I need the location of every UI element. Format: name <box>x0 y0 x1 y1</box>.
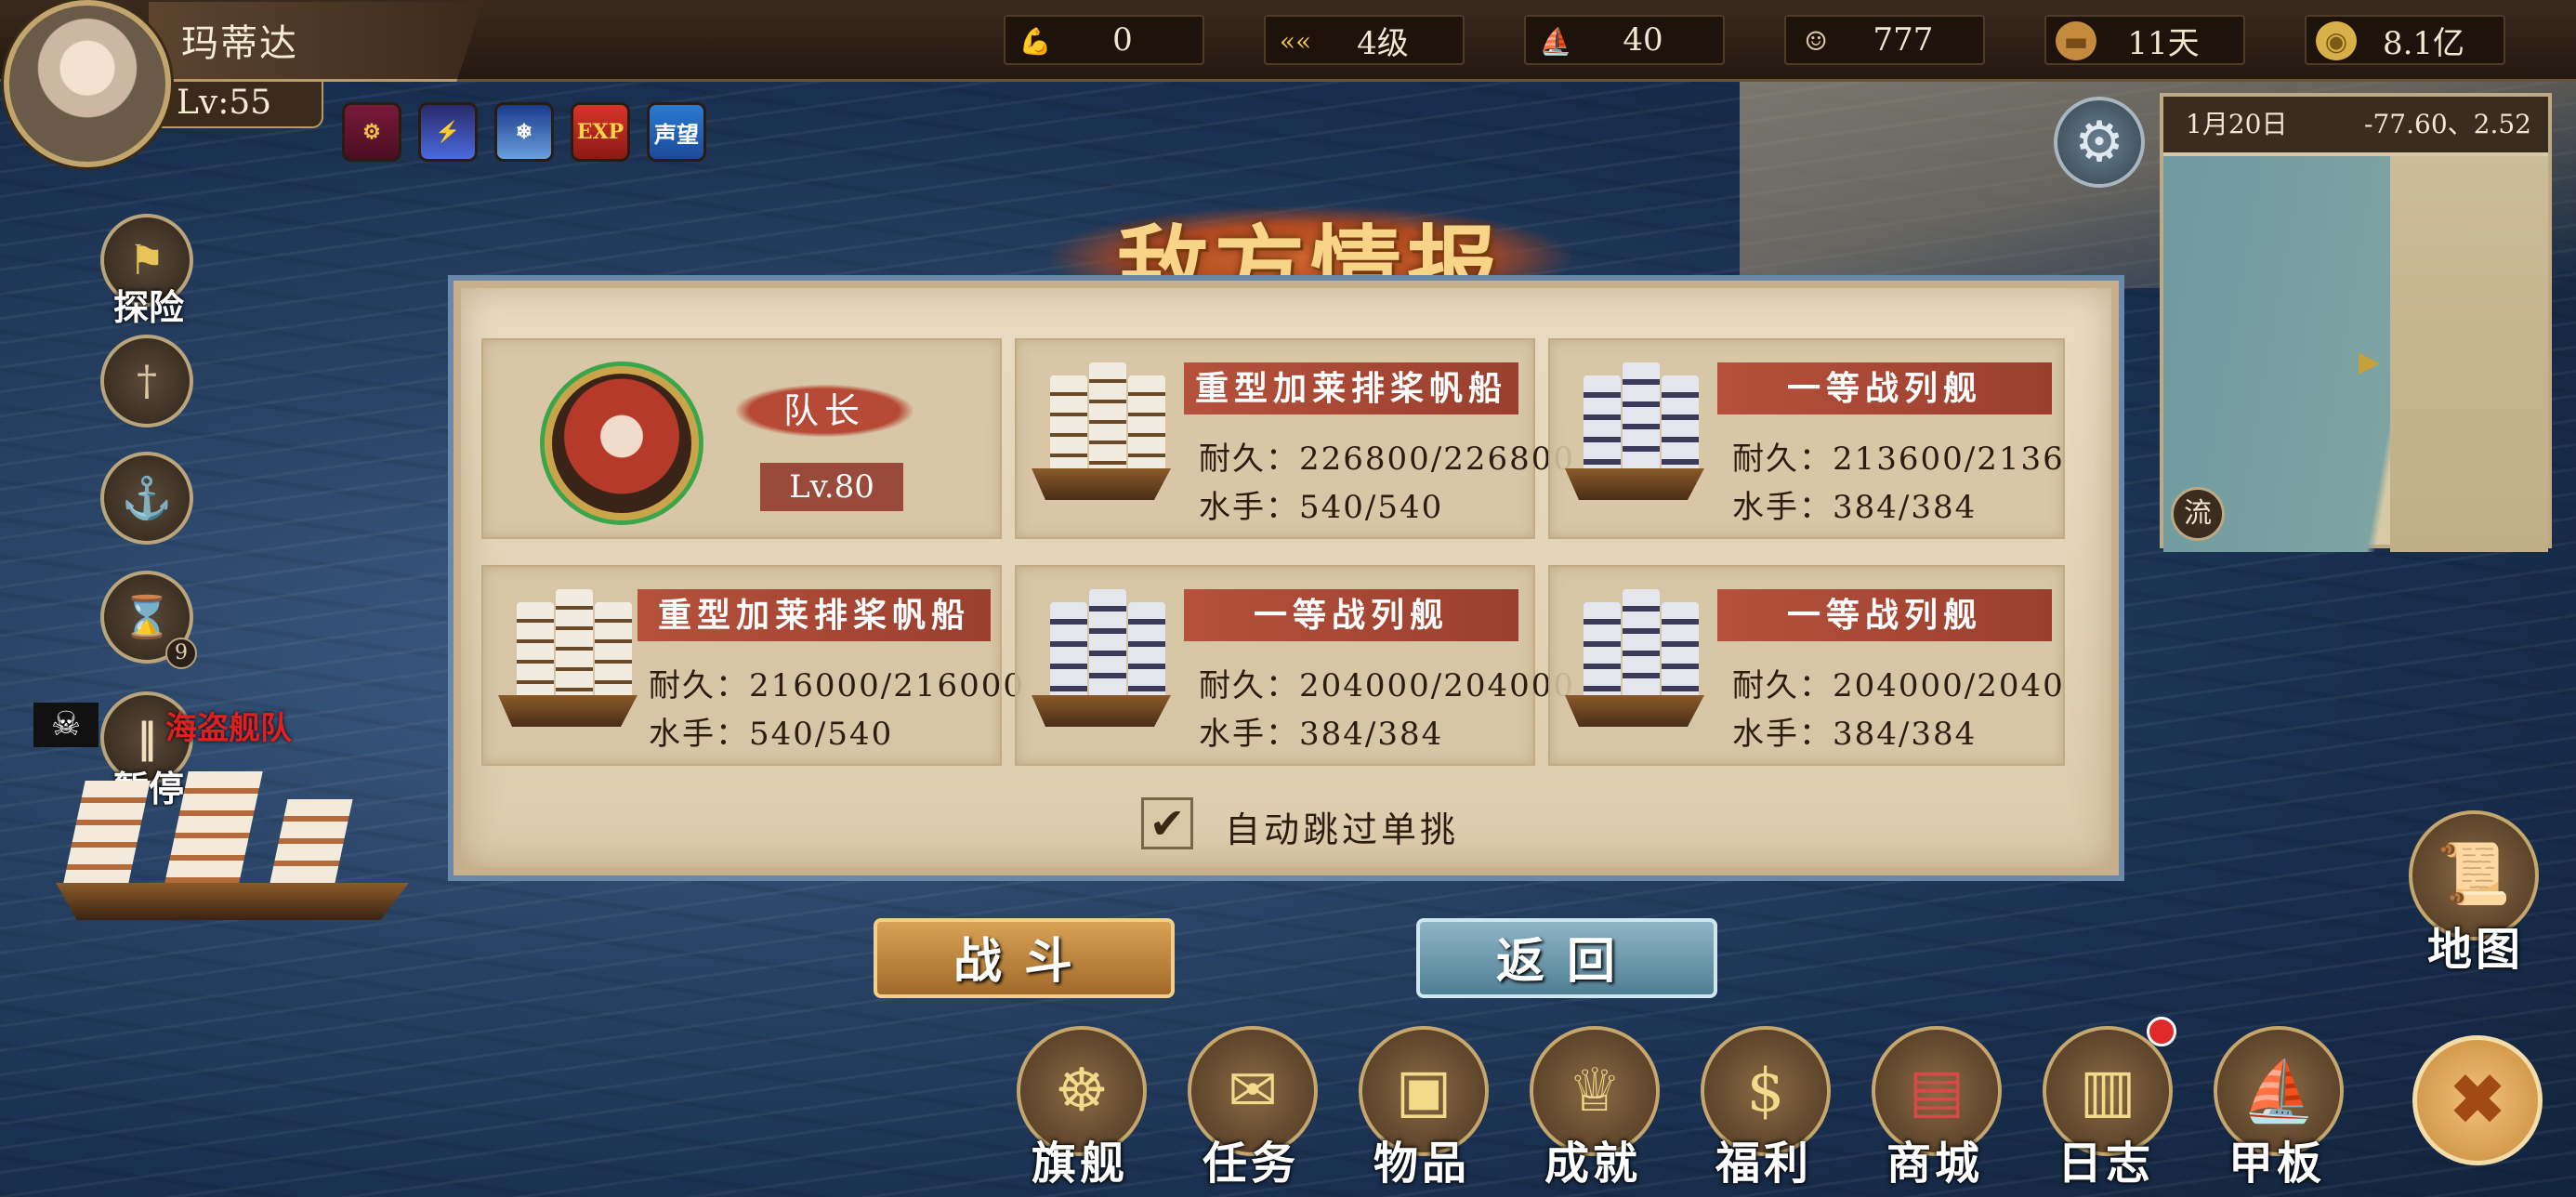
enemy-ship-name: 一等战列舰 <box>1717 589 2052 641</box>
minimap[interactable]: 1月20日 -77.60、2.52 ▶ 流 <box>2160 93 2552 552</box>
settings-gear-button[interactable]: ⚙ <box>2054 97 2145 188</box>
player-level: Lv:55 <box>177 84 272 122</box>
auto-skip-label: 自动跳过单挑 <box>1225 809 1460 850</box>
player-avatar[interactable] <box>4 0 171 167</box>
journal-icon: ▥ <box>2079 1057 2136 1125</box>
galley-ship-icon <box>498 589 637 742</box>
enemy-ship-durability: 耐久：226800/226800 <box>1199 441 1576 478</box>
enemy-captain-portrait <box>545 366 699 520</box>
player-position-marker-icon: ▶ <box>2359 346 2381 378</box>
enemy-ship-sailors: 水手：540/540 <box>1199 489 1444 526</box>
warship-icon <box>1565 589 1704 742</box>
galley-ship-icon <box>1032 362 1171 515</box>
warship-icon <box>1565 362 1704 515</box>
resource-food: ▬ 11天 <box>2044 15 2245 65</box>
enemy-ship-name: 一等战列舰 <box>1184 589 1518 641</box>
welfare-menu-label: 福利 <box>1715 1138 1813 1190</box>
hourglass-count-badge: 9 <box>165 638 197 669</box>
quest-menu-label: 任务 <box>1203 1138 1300 1190</box>
arm-icon: 💪 <box>1019 25 1052 57</box>
crystal-buff-icon[interactable]: ❄ <box>494 102 554 162</box>
minimap-header: 1月20日 -77.60、2.52 <box>2163 97 2548 152</box>
enemy-ship-name: 重型加莱排桨帆船 <box>637 589 991 641</box>
bread-icon: ▬ <box>2056 21 2096 60</box>
mast-icon: † <box>137 357 157 405</box>
gear-buff-icon[interactable]: ⚙ <box>342 102 401 162</box>
back-button[interactable]: 返回 <box>1416 918 1717 998</box>
money-bag-icon: $ <box>1746 1057 1785 1125</box>
bag-icon: ▣ <box>1395 1057 1452 1125</box>
flagship-menu-label: 旗舰 <box>1032 1138 1129 1190</box>
enemy-ship-name: 一等战列舰 <box>1717 362 2052 414</box>
minimap-date: 1月20日 <box>2186 109 2288 139</box>
enemy-ship-durability: 耐久：213600/213600 <box>1732 441 2067 478</box>
close-menu-button[interactable]: ✖ <box>2412 1035 2543 1165</box>
treasure-chest-icon: ▤ <box>1908 1057 1965 1125</box>
enemy-ship-durability: 耐久：204000/204000 <box>1732 667 2067 704</box>
exp-buff-icon[interactable]: EXP <box>571 102 630 162</box>
world-map-label: 地图 <box>2427 924 2525 976</box>
ship-wheel-icon: ☸ <box>1055 1057 1109 1125</box>
gear-icon: ⚙ <box>2074 110 2124 175</box>
enemy-captain-role: 队长 <box>736 385 913 437</box>
flag-icon: ⚑ <box>128 236 165 284</box>
enemy-ship-name: 重型加莱排桨帆船 <box>1184 362 1518 414</box>
close-icon: ✖ <box>2449 1059 2506 1138</box>
explore-label: 探险 <box>113 286 185 328</box>
achievements-menu-label: 成就 <box>1544 1138 1642 1190</box>
enemy-ship-sailors: 水手：540/540 <box>649 716 894 753</box>
enemy-ship-card[interactable]: 一等战列舰 耐久：213600/213600 水手：384/384 <box>1548 338 2067 539</box>
pause-icon: ‖ <box>137 714 157 762</box>
enemy-ship-durability: 耐久：204000/204000 <box>1199 667 1576 704</box>
sailor-icon: ☺ <box>1804 25 1828 57</box>
hourglass-icon: ⌛ <box>121 594 173 641</box>
anchor-button[interactable]: ⚓ <box>100 452 193 545</box>
minimap-coords: -77.60、2.52 <box>2364 109 2531 139</box>
enemy-ship-card[interactable]: 一等战列舰 耐久：204000/204000 水手：384/384 <box>1548 565 2067 766</box>
mast-button[interactable]: † <box>100 335 193 428</box>
resource-gold: ◉ 8.1亿 <box>2305 15 2505 65</box>
checkmark-icon: ✔ <box>1149 798 1186 848</box>
current-toggle-button[interactable]: 流 <box>2171 487 2225 541</box>
scroll-map-icon: 📜 <box>2437 840 2511 909</box>
fleet-ship-icon: ⛵ <box>1539 25 1572 57</box>
enemy-ship-sailors: 水手：384/384 <box>1199 716 1444 753</box>
log-menu-label: 日志 <box>2057 1138 2155 1190</box>
gold-coin-icon: ◉ <box>2316 21 2357 60</box>
deck-ship-icon: ⛵ <box>2241 1057 2316 1126</box>
minimap-land <box>2390 156 2548 552</box>
enemy-ship-card[interactable]: 重型加莱排桨帆船 耐久：226800/226800 水手：540/540 <box>1015 338 1573 539</box>
trophy-icon: ♕ <box>1568 1057 1622 1125</box>
enemy-ship-sailors: 水手：384/384 <box>1732 489 1978 526</box>
player-name: 玛蒂达 <box>181 22 298 65</box>
anchor-icon: ⚓ <box>121 475 173 522</box>
enemy-ship-card[interactable]: 重型加莱排桨帆船 耐久：216000/216000 水手：540/540 <box>481 565 1023 766</box>
shop-menu-label: 商城 <box>1886 1138 1984 1190</box>
resource-rank: «« 4级 <box>1264 15 1465 65</box>
quest-scroll-icon: ✉ <box>1228 1057 1278 1125</box>
fight-button[interactable]: 战斗 <box>874 918 1175 998</box>
enemy-ship-card[interactable]: 一等战列舰 耐久：204000/204000 水手：384/384 <box>1015 565 1573 766</box>
resource-arm: 💪 0 <box>1004 15 1204 65</box>
pirate-fleet-label: 海盗舰队 <box>165 710 292 747</box>
reputation-buff-icon[interactable]: 声望 <box>647 102 706 162</box>
enemy-ship-sailors: 水手：384/384 <box>1732 716 1978 753</box>
resource-sailors: ☺ 777 <box>1784 15 1985 65</box>
enemy-ship-durability: 耐久：216000/216000 <box>649 667 1026 704</box>
pirate-flag-icon: ☠ <box>33 703 99 747</box>
lightning-buff-icon[interactable]: ⚡ <box>418 102 478 162</box>
rank-arrows-icon: «« <box>1279 25 1312 57</box>
player-flagship-sprite <box>37 771 409 929</box>
notification-dot <box>2147 1017 2176 1046</box>
enemy-captain-card[interactable]: 队长 Lv.80 <box>481 338 1002 539</box>
enemy-captain-level: Lv.80 <box>760 463 903 511</box>
auto-skip-checkbox[interactable]: ✔ <box>1141 797 1193 849</box>
enemy-intel-dialog: 队长 Lv.80 重型加莱排桨帆船 耐久：226800/226800 水手：54… <box>453 281 2119 875</box>
items-menu-label: 物品 <box>1373 1138 1471 1190</box>
warship-icon <box>1032 589 1171 742</box>
deck-menu-label: 甲板 <box>2228 1138 2326 1190</box>
resource-fleet: ⛵ 40 <box>1524 15 1725 65</box>
